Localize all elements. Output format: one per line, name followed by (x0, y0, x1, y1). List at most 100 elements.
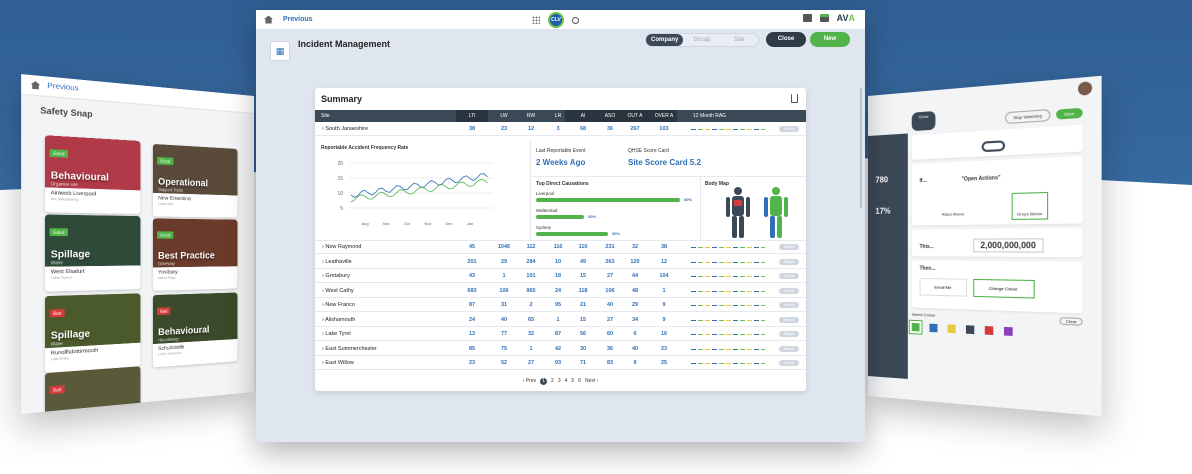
column-header[interactable]: RW (519, 113, 543, 119)
tab-company[interactable]: Company (646, 34, 683, 46)
close-button[interactable]: Close (912, 111, 936, 131)
report-button[interactable]: Report (779, 331, 799, 337)
table-row[interactable]: › New Franco 87 31 2 95 21 40 29 9 Report (315, 299, 806, 312)
report-button[interactable]: Report (779, 360, 799, 366)
column-header[interactable]: ASO (598, 113, 622, 119)
column-header[interactable]: LR (546, 113, 570, 119)
card-title: Spillage (51, 248, 90, 259)
cell-value: 15 (571, 317, 595, 323)
safety-snap-card[interactable]: Good Best Practice Driveway Yostbury Marcel … (153, 218, 238, 290)
report-button[interactable]: Report (779, 244, 799, 250)
table-row[interactable]: › New Raymond 45 1046 112 116 110 231 32 38 Repor… (315, 241, 806, 254)
report-button[interactable]: Report (779, 288, 799, 294)
previous-link[interactable]: Previous (283, 16, 313, 23)
column-header[interactable]: AI (571, 113, 595, 119)
new-button[interactable]: New (810, 32, 850, 47)
site-name[interactable]: › East Willow (322, 360, 354, 366)
next-page-button[interactable]: Next › (585, 378, 598, 384)
notifications-icon[interactable] (820, 14, 829, 22)
table-row[interactable]: › West Cathy 683 106 965 24 118 106 48 1 Report (315, 285, 806, 298)
colour-swatch[interactable] (929, 324, 937, 333)
column-header-site[interactable]: Site (321, 113, 330, 119)
share-icon[interactable] (791, 94, 798, 103)
column-header[interactable]: LW (492, 113, 516, 119)
home-icon[interactable] (264, 16, 273, 24)
home-icon[interactable] (31, 81, 40, 90)
close-button[interactable]: Close (766, 32, 806, 47)
cell-value: 965 (519, 288, 543, 294)
site-name[interactable]: › Lake Tyrel (322, 331, 351, 337)
page-number[interactable]: 3 (558, 378, 561, 384)
logo[interactable]: CLV (548, 12, 564, 28)
column-header[interactable]: LTI (460, 113, 484, 119)
report-button[interactable]: Report (779, 273, 799, 279)
report-button[interactable]: Report (779, 302, 799, 308)
table-row[interactable]: › Gretabury 43 1 101 18 15 27 44 104 Report (315, 270, 806, 283)
cell-value: 112 (519, 244, 543, 250)
safety-snap-card[interactable]: Good Operational Support Tools New Ernestin… (153, 144, 238, 218)
scrollbar[interactable] (860, 88, 862, 208)
main-window: Previous CLV AVA ▦ Incident Management C… (256, 10, 865, 442)
page-number[interactable]: 2 (551, 378, 554, 384)
prev-page-button[interactable]: ‹ Prev (523, 378, 536, 384)
tab-group[interactable]: Group (683, 37, 720, 43)
rises-above-option[interactable]: Rises Above (942, 194, 965, 221)
cell-value: 32 (623, 244, 647, 250)
column-header[interactable]: OUT A (623, 113, 647, 119)
safety-snap-card[interactable]: Good Spillage Water West Elsafurt Fulton Tur… (45, 215, 140, 292)
cell-value: 101 (519, 273, 543, 279)
status-badge: Bad (157, 307, 170, 315)
cell-value: 27 (519, 360, 543, 366)
site-name[interactable]: › East Summerchester (322, 346, 377, 352)
colour-swatch[interactable] (985, 326, 993, 335)
inbox-icon[interactable] (803, 14, 812, 22)
safety-snap-card[interactable]: Good Behavioural Organise site Airaweb Live… (45, 135, 140, 214)
last-event-value: 2 Weeks Ago (536, 158, 585, 167)
search-icon[interactable] (572, 17, 579, 24)
report-button[interactable]: Report (779, 126, 799, 132)
threshold-input[interactable]: 2,000,000,000 (973, 238, 1044, 252)
colour-swatch[interactable] (966, 325, 974, 334)
clear-button[interactable]: Clear (1060, 317, 1083, 326)
safety-snap-card[interactable]: Bad Behavioural Housekeep Schulistville Ulri… (153, 293, 238, 368)
x-tick-label: Dec (445, 221, 452, 226)
report-button[interactable]: Report (779, 259, 799, 265)
save-button[interactable]: Save (1056, 108, 1083, 120)
email-me-option[interactable]: Email Me (920, 278, 967, 297)
table-row[interactable]: › Lake Tyrel 13 77 32 87 56 60 6 16 Report (315, 328, 806, 341)
site-name[interactable]: › New Franco (322, 302, 355, 308)
report-button[interactable]: Report (779, 346, 799, 352)
site-name[interactable]: › Alishamouth (322, 317, 355, 323)
stop-watching-button[interactable]: Stop Watching (1005, 109, 1051, 124)
previous-link[interactable]: Previous (47, 82, 78, 93)
page-number[interactable]: 6 (578, 378, 581, 384)
colour-swatch[interactable] (912, 323, 920, 332)
page-number[interactable]: 4 (565, 378, 568, 384)
site-name[interactable]: › Leathaville (322, 259, 352, 265)
drops-below-option[interactable]: Drops Below (1012, 192, 1048, 220)
colour-swatch[interactable] (1004, 327, 1013, 336)
safety-snap-card[interactable]: Bad (45, 366, 140, 414)
site-name[interactable]: › West Cathy (322, 288, 354, 294)
page-number[interactable]: 5 (571, 378, 574, 384)
table-row[interactable]: › East Summerchester 85 75 1 42 30 36 40 23 Repor… (315, 343, 806, 356)
colour-swatch[interactable] (948, 324, 956, 333)
report-button[interactable]: Report (779, 317, 799, 323)
site-name[interactable]: › Gretabury (322, 273, 350, 279)
table-row[interactable]: › South Janaeshire 38 23 12 3 68 36 267 103 Repor… (315, 123, 806, 136)
tab-site[interactable]: Site (721, 37, 758, 43)
safety-snap-card[interactable]: Bad Spillage Water Runolfsdottirmouth Leila … (45, 293, 140, 373)
page-number[interactable]: 1 (540, 378, 547, 385)
site-name[interactable]: › South Janaeshire (322, 126, 368, 132)
avatar[interactable] (1078, 81, 1092, 96)
table-row[interactable]: › Alishamouth 24 40 65 1 15 27 34 9 Report (315, 314, 806, 327)
table-row[interactable]: › East Willow 23 52 27 93 71 83 9 25 Report (315, 357, 806, 370)
table-row[interactable]: › Leathaville 201 29 284 10 49 263 120 12 Report (315, 256, 806, 269)
change-colour-option[interactable]: Change Colour (973, 279, 1034, 299)
site-name[interactable]: › New Raymond (322, 244, 361, 250)
cell-value: 34 (623, 317, 647, 323)
apps-grid-icon[interactable] (532, 16, 540, 24)
column-header[interactable]: OVER A (652, 113, 676, 119)
cause-percent: 20% (588, 214, 596, 219)
cell-value: 38 (652, 244, 676, 250)
